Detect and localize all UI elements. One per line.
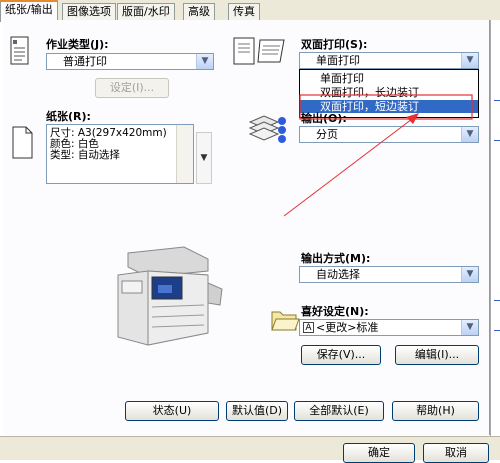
printer-illustration — [108, 245, 224, 358]
edit-button[interactable]: 编辑(I)... — [395, 345, 479, 365]
favorites-label: 喜好设定(N): — [301, 305, 369, 318]
favorites-select[interactable]: A <更改>标准 ▼ — [299, 319, 479, 336]
output-method-value: 自动选择 — [316, 268, 360, 281]
chevron-down-icon: ▼ — [461, 267, 478, 282]
help-button[interactable]: 帮助(H) — [392, 401, 479, 421]
annotation-overlay — [283, 94, 473, 217]
cancel-button[interactable]: 取消 — [423, 443, 489, 463]
output-method-label: 输出方式(M): — [301, 252, 371, 265]
all-defaults-button[interactable]: 全部默认(E) — [294, 401, 384, 421]
ok-button[interactable]: 确定 — [343, 443, 415, 463]
folder-icon — [270, 306, 300, 335]
dialog-button-bar: 确定 取消 — [0, 436, 500, 463]
status-button[interactable]: 状态(U) — [125, 401, 219, 421]
save-button[interactable]: 保存(V)... — [301, 345, 381, 365]
favorites-value: <更改>标准 — [316, 321, 379, 334]
output-method-select[interactable]: 自动选择 ▼ — [299, 266, 479, 283]
window-edge — [490, 20, 500, 459]
chevron-down-icon: ▼ — [461, 320, 478, 335]
defaults-button[interactable]: 默认值(D) — [226, 401, 288, 421]
